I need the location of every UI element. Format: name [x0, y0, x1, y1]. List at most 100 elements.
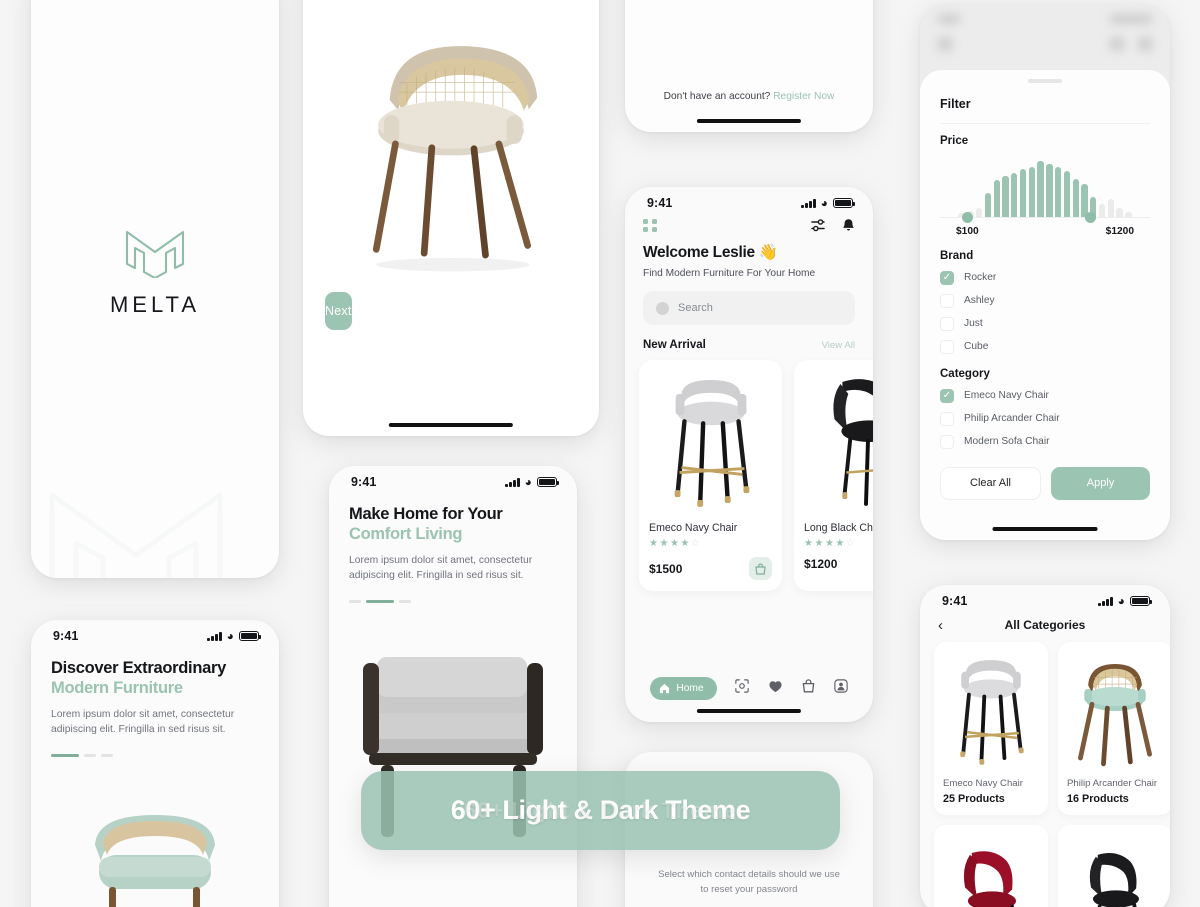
checkbox-icon[interactable]	[940, 316, 954, 331]
register-now-link[interactable]: Register Now	[773, 91, 834, 102]
checkbox-icon[interactable]	[940, 293, 954, 308]
new-arrival-title: New Arrival	[643, 339, 706, 351]
grid-menu-icon[interactable]	[643, 218, 657, 233]
checkbox-icon[interactable]	[940, 339, 954, 354]
pagination-dot-3[interactable]	[399, 599, 411, 603]
bottom-navigation: Home	[625, 677, 873, 700]
brand-name: MELTA	[109, 292, 201, 317]
category-card[interactable]: Philip Arcander Chair 16 Products	[1058, 642, 1170, 815]
sliders-icon[interactable]	[811, 219, 826, 232]
category-card[interactable]: Emeco Navy Chair 25 Products	[934, 642, 1048, 815]
bag-icon	[802, 679, 815, 693]
status-bar: 9:41 ◕	[920, 585, 1170, 610]
melta-logo-icon	[125, 230, 185, 278]
product-card[interactable]: Long Black Chair ★★★★☆ $1200	[794, 360, 873, 591]
pagination-dot-1[interactable]	[349, 599, 361, 603]
category-option-label: Emeco Navy Chair	[964, 390, 1049, 401]
category-name: Emeco Navy Chair	[943, 778, 1023, 789]
onboarding-next-screen: adipiscing elit. Fringilla in sed risus …	[303, 0, 599, 436]
home-icon	[660, 683, 670, 694]
signal-bars-icon	[207, 631, 222, 641]
signal-bars-icon	[801, 198, 816, 208]
pagination-dot-2[interactable]	[84, 753, 96, 757]
brand-option-ashley[interactable]: Ashley	[940, 293, 1150, 308]
histogram-bar	[1063, 171, 1071, 217]
onboarding-discover-screen: 9:41 ◕ Discover Extraordinary Modern Fur…	[31, 620, 279, 907]
brand-option-just[interactable]: Just	[940, 316, 1150, 331]
category-option-modern-sofa-chair[interactable]: Modern Sofa Chair	[940, 434, 1150, 449]
category-count: 25 Products	[943, 793, 1005, 805]
checkbox-checked-icon[interactable]	[940, 270, 954, 285]
category-card[interactable]	[934, 825, 1048, 907]
onboarding-title-line1: Discover Extraordinary	[51, 659, 226, 677]
status-bar: 9:41 ◕	[31, 620, 279, 645]
category-image	[943, 650, 1039, 772]
product-list: Emeco Navy Chair ★ ★ ★ ★ ☆ $1500 Long Bl…	[625, 351, 873, 591]
pagination-dot-1[interactable]	[51, 753, 79, 757]
histogram-bar	[1037, 160, 1044, 217]
filter-title: Filter	[940, 96, 971, 111]
histogram-bar	[1028, 166, 1036, 217]
search-input[interactable]: Search	[643, 291, 855, 325]
view-all-link[interactable]: View All	[822, 340, 855, 351]
category-label: Category	[940, 367, 990, 380]
onboarding-hero-image	[31, 771, 279, 907]
slider-knob-max[interactable]	[1085, 211, 1096, 223]
category-option-philip-arcander-chair[interactable]: Philip Arcander Chair	[940, 411, 1150, 426]
onboarding-pagination[interactable]	[349, 599, 557, 603]
next-button[interactable]: Next	[325, 292, 352, 331]
checkbox-icon[interactable]	[940, 411, 954, 426]
clear-all-button[interactable]: Clear All	[940, 466, 1041, 500]
product-name: Emeco Navy Chair	[649, 522, 738, 534]
status-bar: 9:41 ◕	[625, 187, 873, 212]
sheet-grabber[interactable]	[1028, 79, 1062, 83]
checkbox-icon[interactable]	[940, 434, 954, 449]
bell-icon[interactable]	[842, 218, 855, 233]
tab-home[interactable]: Home	[650, 677, 717, 700]
tab-favorites[interactable]	[768, 680, 783, 698]
shopping-bag-icon[interactable]	[749, 557, 772, 580]
product-price: $1500	[649, 561, 683, 576]
product-card[interactable]: Emeco Navy Chair ★ ★ ★ ★ ☆ $1500	[639, 360, 782, 591]
price-range-slider[interactable]	[940, 211, 1150, 224]
category-option-emeco-navy-chair[interactable]: Emeco Navy Chair	[940, 388, 1150, 403]
battery-icon	[537, 477, 560, 487]
brand-option-label: Cube	[964, 341, 989, 352]
onboarding-title-line1: Make Home for Your	[349, 505, 503, 523]
signal-bars-icon	[505, 477, 520, 487]
battery-icon	[1130, 596, 1153, 606]
tab-cart[interactable]	[802, 679, 815, 698]
scan-camera-icon	[735, 679, 750, 693]
apply-button[interactable]: Apply	[1051, 466, 1150, 500]
backdrop-square	[1138, 37, 1152, 51]
pagination-dot-3[interactable]	[101, 753, 113, 757]
login-footer-prompt: Don't have an account?	[663, 91, 771, 102]
category-image	[1067, 650, 1163, 772]
chevron-left-icon[interactable]: ‹	[938, 618, 943, 633]
category-option-label: Philip Arcander Chair	[964, 413, 1060, 424]
brand-option-label: Rocker	[964, 272, 997, 283]
brand-option-rocker[interactable]: Rocker	[940, 270, 1150, 285]
slider-knob-min[interactable]	[962, 211, 973, 223]
home-indicator	[696, 708, 802, 713]
pagination-dot-2[interactable]	[366, 599, 394, 603]
profile-icon	[833, 679, 848, 693]
onboarding-pagination[interactable]	[51, 753, 259, 757]
brand-option-cube[interactable]: Cube	[940, 339, 1150, 354]
search-placeholder: Search	[678, 302, 713, 314]
brand-option-label: Just	[964, 318, 983, 329]
search-icon	[656, 301, 669, 315]
category-card[interactable]	[1058, 825, 1170, 907]
backdrop-chip	[938, 15, 960, 23]
price-min-label: $100	[956, 225, 979, 237]
histogram-bar	[1054, 166, 1062, 217]
checkbox-checked-icon[interactable]	[940, 388, 954, 403]
histogram-bar	[1046, 163, 1053, 217]
category-image	[1067, 833, 1163, 907]
category-grid: Emeco Navy Chair 25 Products Philip Arca…	[920, 632, 1170, 907]
instruction-line1: Select which contact details should we u…	[658, 869, 840, 880]
product-image	[804, 369, 873, 515]
histogram-bar	[1002, 175, 1009, 217]
tab-scan[interactable]	[735, 679, 750, 698]
tab-profile[interactable]	[833, 679, 848, 698]
